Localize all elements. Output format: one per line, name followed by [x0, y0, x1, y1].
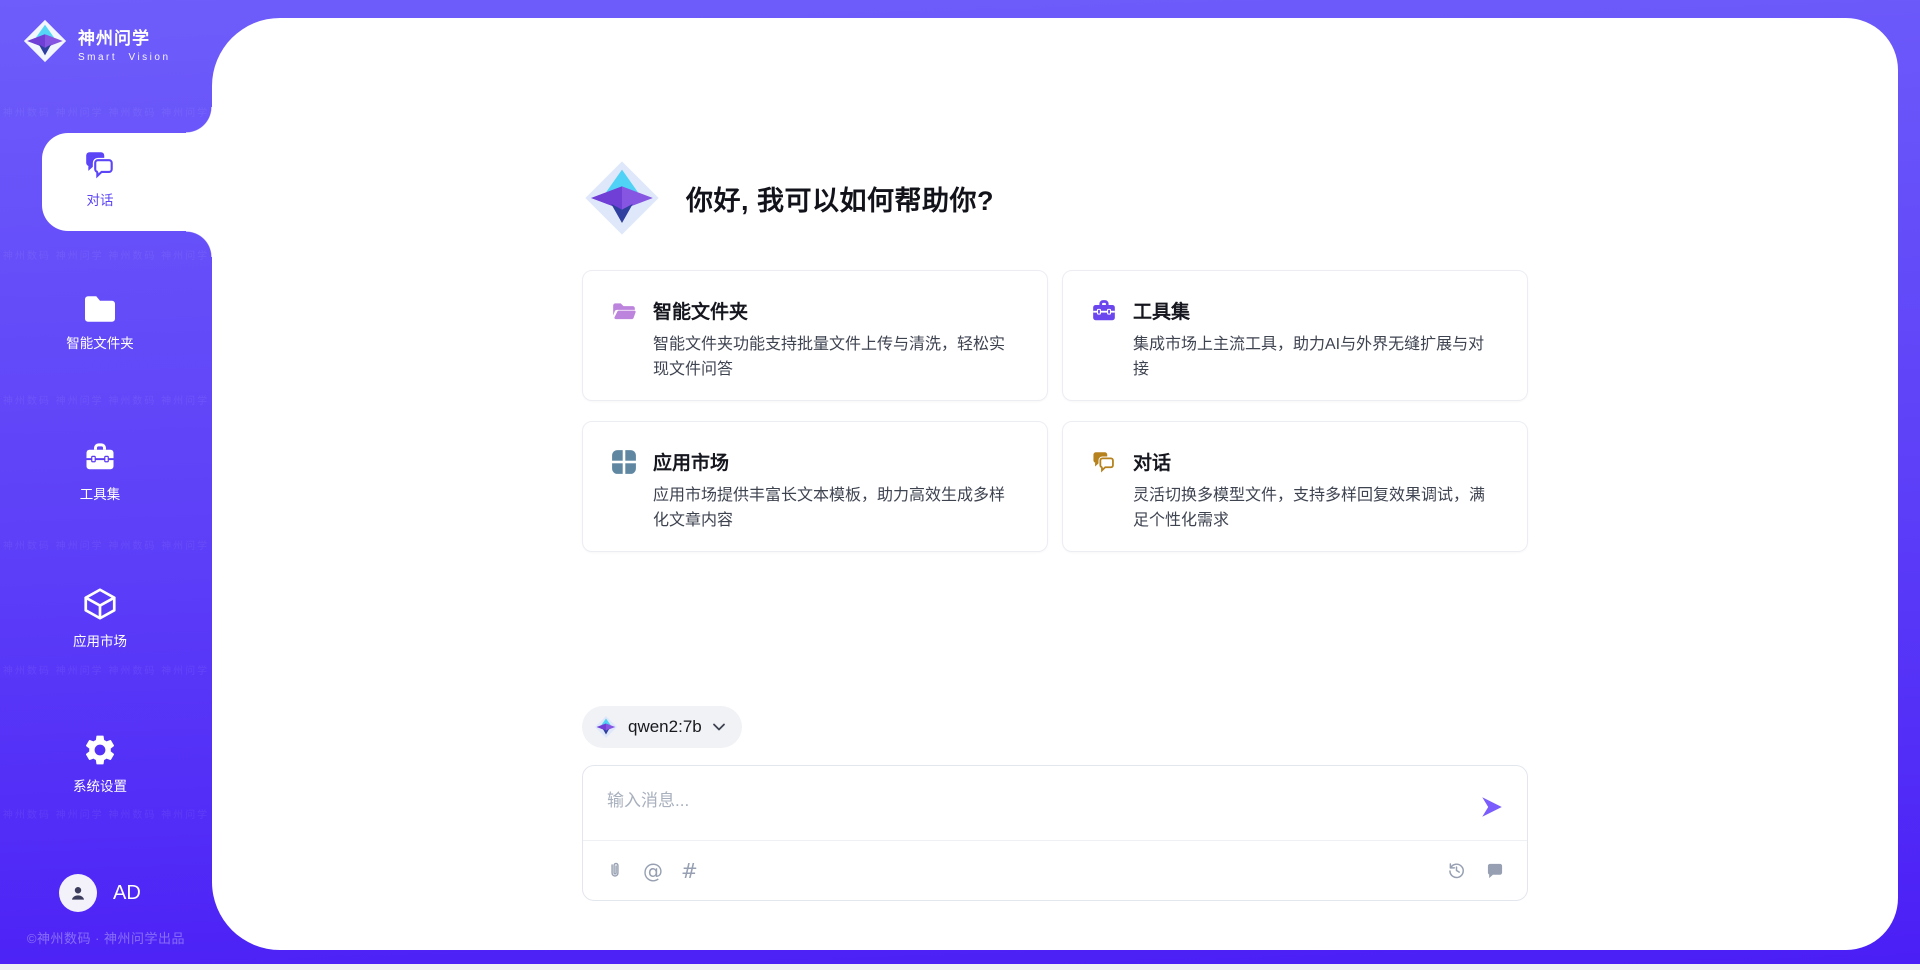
- watermark-row: 神州数码 神州问学 神州数码 神州问学: [0, 662, 212, 677]
- folder-icon: [0, 293, 200, 325]
- gem-diamond-icon: [582, 158, 662, 238]
- chat-bubbles-icon: [0, 148, 200, 182]
- paperclip-icon: [605, 860, 625, 882]
- send-icon: [1479, 794, 1505, 820]
- chat-bubbles-icon: [1091, 449, 1117, 525]
- feature-cards: 智能文件夹 智能文件夹功能支持批量文件上传与清洗，轻松实现文件问答: [582, 270, 1528, 552]
- folder-open-icon: [611, 298, 637, 374]
- model-selector[interactable]: qwen2:7b: [582, 706, 742, 748]
- person-icon: [67, 882, 89, 904]
- sidebar-item-smart-folder[interactable]: 智能文件夹: [0, 293, 200, 353]
- tab-flare: [186, 231, 212, 257]
- history-clock-icon: [1446, 860, 1467, 881]
- sidebar-item-settings[interactable]: 系统设置: [0, 732, 200, 796]
- app-name: 神州问学: [78, 24, 171, 49]
- user-initials: AD: [113, 882, 141, 905]
- card-smart-folder[interactable]: 智能文件夹 智能文件夹功能支持批量文件上传与清洗，轻松实现文件问答: [582, 270, 1048, 401]
- app-logo: 神州问学 Smart Vision: [22, 18, 171, 69]
- composer-toolbar: @ #: [583, 841, 1527, 900]
- sidebar: 神州数码 神州问学 神州数码 神州问学 神州数码 神州问学 神州数码 神州问学 …: [0, 0, 212, 970]
- gem-diamond-icon: [22, 18, 68, 69]
- sidebar-item-label: 对话: [87, 193, 114, 208]
- card-title: 工具集: [1133, 297, 1499, 324]
- sidebar-item-chat[interactable]: 对话: [0, 133, 200, 231]
- copyright: ©神州数码 · 神州问学出品: [0, 928, 212, 947]
- card-desc: 集成市场上主流工具，助力AI与外界无缝扩展与对接: [1133, 333, 1499, 383]
- card-desc: 应用市场提供丰富长文本模板，助力高效生成多样化文章内容: [653, 484, 1019, 534]
- toolbox-icon: [1091, 298, 1117, 374]
- greeting-text: 你好, 我可以如何帮助你?: [686, 179, 994, 218]
- app-tagline: Smart Vision: [78, 52, 171, 63]
- mention-button[interactable]: @: [643, 859, 663, 883]
- greeting: 你好, 我可以如何帮助你?: [582, 158, 1528, 238]
- tab-flare: [186, 107, 212, 133]
- card-desc: 灵活切换多模型文件，支持多样回复效果调试，满足个性化需求: [1133, 484, 1499, 534]
- main-panel: 你好, 我可以如何帮助你? 智能文件夹 智能文件夹功能支持批量文件上传与清洗，轻…: [212, 18, 1898, 950]
- card-toolset[interactable]: 工具集 集成市场上主流工具，助力AI与外界无缝扩展与对接: [1062, 270, 1528, 401]
- model-name: qwen2:7b: [628, 717, 702, 737]
- at-icon: @: [643, 859, 663, 883]
- watermark-row: 神州数码 神州问学 神州数码 神州问学: [0, 104, 212, 119]
- card-title: 智能文件夹: [653, 297, 1019, 324]
- message-input[interactable]: [583, 766, 1527, 838]
- gear-icon: [0, 732, 200, 768]
- watermark-row: 神州数码 神州问学 神州数码 神州问学: [0, 247, 212, 262]
- history-button[interactable]: [1446, 860, 1467, 881]
- topic-button[interactable]: #: [681, 859, 698, 883]
- card-chat[interactable]: 对话 灵活切换多模型文件，支持多样回复效果调试，满足个性化需求: [1062, 421, 1528, 552]
- sidebar-item-toolset[interactable]: 工具集: [0, 440, 200, 504]
- avatar: [59, 874, 97, 912]
- attach-button[interactable]: [605, 860, 625, 882]
- watermark-row: 神州数码 神州问学 神州数码 神州问学: [0, 392, 212, 407]
- card-title: 应用市场: [653, 448, 1019, 475]
- bottom-edge-strip: [0, 964, 1920, 970]
- card-desc: 智能文件夹功能支持批量文件上传与清洗，轻松实现文件问答: [653, 333, 1019, 383]
- hash-icon: #: [681, 859, 698, 883]
- sidebar-item-app-market[interactable]: 应用市场: [0, 585, 200, 651]
- sidebar-item-label: 应用市场: [73, 634, 127, 649]
- watermark-row: 神州数码 神州问学 神州数码 神州问学: [0, 806, 212, 821]
- feedback-button[interactable]: [1485, 861, 1505, 881]
- user-account[interactable]: AD: [59, 874, 141, 912]
- card-app-market[interactable]: 应用市场 应用市场提供丰富长文本模板，助力高效生成多样化文章内容: [582, 421, 1048, 552]
- watermark-row: 神州数码 神州问学 神州数码 神州问学: [0, 537, 212, 552]
- sidebar-item-label: 系统设置: [73, 779, 127, 794]
- card-title: 对话: [1133, 448, 1499, 475]
- sidebar-item-label: 智能文件夹: [66, 336, 134, 351]
- toolbox-icon: [0, 440, 200, 476]
- sidebar-item-label: 工具集: [80, 487, 121, 502]
- composer: @ #: [582, 765, 1528, 901]
- grid-icon: [611, 449, 637, 525]
- chevron-down-icon: [712, 720, 726, 734]
- send-button[interactable]: [1479, 794, 1505, 820]
- gem-diamond-icon: [594, 715, 618, 739]
- speech-bubble-icon: [1485, 861, 1505, 881]
- cube-icon: [0, 585, 200, 623]
